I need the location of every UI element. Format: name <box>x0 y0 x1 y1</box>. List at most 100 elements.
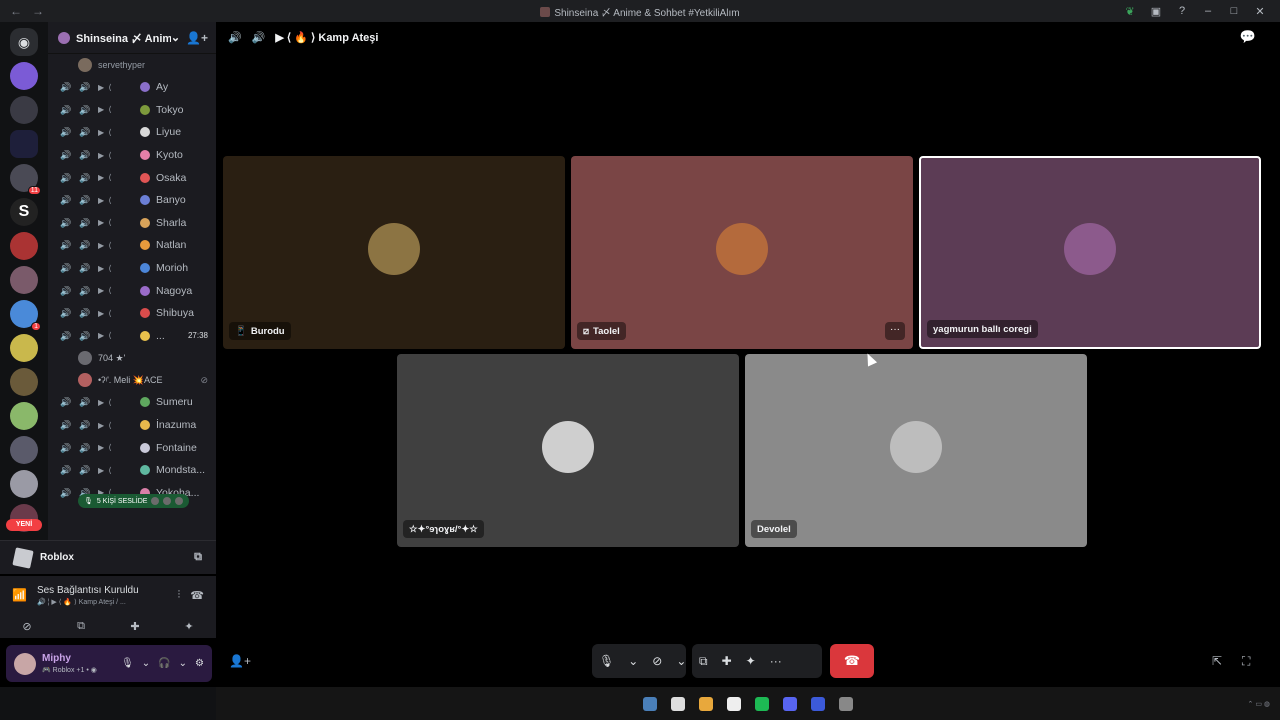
server-icon[interactable] <box>10 266 38 294</box>
server-icon[interactable]: S <box>10 198 38 226</box>
more-options-button[interactable]: ··· <box>885 322 905 340</box>
server-icon[interactable]: 1 <box>10 300 41 331</box>
new-badge[interactable]: YENİ <box>6 519 42 531</box>
app-icon[interactable] <box>811 696 825 711</box>
voice-channel[interactable]: 🔊 🔊 ▶ ⟨ Mondsta... <box>48 459 216 482</box>
inbox-icon[interactable]: ▣ <box>1150 5 1162 18</box>
avatar[interactable] <box>14 652 36 675</box>
server-icon[interactable] <box>10 334 38 362</box>
app-icon[interactable] <box>671 696 685 711</box>
chevron-down-icon[interactable]: ⌄ <box>669 654 693 668</box>
server-icon[interactable] <box>10 62 38 90</box>
guild-name: Shinseina 〆 Anim... <box>76 32 171 45</box>
user-info[interactable]: Miphy 🎮 Roblox +1 • ◉ <box>42 653 113 674</box>
voice-channel[interactable]: 🔊 🔊 ▶ ⟨ Morioh <box>48 257 216 280</box>
app-icon[interactable] <box>755 696 769 711</box>
voice-channel[interactable]: 🔊 🔊 ▶ ⟨ Osaka <box>48 166 216 189</box>
headphones-icon[interactable]: 🎧 <box>158 658 170 669</box>
voice-channel[interactable]: 🔊 🔊 ▶ ⟨ İnazuma <box>48 414 216 437</box>
voice-channel[interactable]: 🔊 🔊 ▶ ⟨ Sumeru <box>48 391 216 414</box>
chevron-down-icon[interactable]: ⌄ <box>179 658 187 669</box>
maximize-button[interactable]: □ <box>1228 5 1240 17</box>
voice-channel[interactable]: 🔊 🔊 ▶ ⟨ Fontaine <box>48 436 216 459</box>
chevron-down-icon[interactable]: ⌄ <box>142 658 150 669</box>
server-folder[interactable] <box>10 96 38 124</box>
fullscreen-icon[interactable]: ⛶ <box>1242 654 1250 669</box>
server-icon[interactable] <box>10 470 38 498</box>
discord-icon[interactable] <box>783 696 797 711</box>
channel-decoration: ▶ ⟨ <box>98 397 113 407</box>
nitro-icon[interactable]: ❦ <box>1124 5 1136 18</box>
camera-off-icon[interactable]: ⊘ <box>7 620 47 633</box>
mic-icon[interactable]: 🎙 <box>121 658 134 669</box>
app-icon[interactable] <box>727 696 741 711</box>
channel-emoji <box>140 442 150 453</box>
app-icon[interactable] <box>839 696 853 711</box>
disconnect-icon[interactable]: ☎ <box>190 589 204 602</box>
system-tray[interactable]: ⌃ ▭ ◍ <box>1248 700 1270 708</box>
video-tile[interactable]: Devolel <box>745 354 1087 547</box>
chevron-down-icon[interactable]: ⌄ <box>621 654 645 668</box>
chat-icon[interactable]: 💬 <box>1240 29 1256 45</box>
video-tile[interactable]: 📱 Burodu <box>223 156 565 349</box>
invite-icon[interactable]: 👤+ <box>186 31 208 45</box>
mic-icon[interactable]: 🎙 <box>592 654 621 668</box>
server-icon[interactable] <box>10 368 38 396</box>
voice-channel[interactable]: 🔊 🔊 ▶ ⟨ Tokyo <box>48 99 216 122</box>
back-button[interactable]: ← <box>10 4 22 18</box>
voice-member[interactable]: servethyper <box>48 54 216 76</box>
disconnect-button[interactable]: ☎ <box>830 644 874 678</box>
more-icon[interactable]: ··· <box>763 654 789 668</box>
camera-off-icon[interactable]: ⊘ <box>645 654 669 668</box>
server-icon[interactable] <box>10 436 38 464</box>
help-icon[interactable]: ? <box>1176 5 1188 17</box>
popout-icon[interactable]: ⇱ <box>1212 654 1222 668</box>
voice-channel[interactable]: 🔊 🔊 ▶ ⟨ Kyoto <box>48 144 216 167</box>
video-tile[interactable]: ☆✦°ɘɿoɣʁ/°✦☆ <box>397 354 739 547</box>
voice-member[interactable]: 704 ★' <box>48 347 216 369</box>
voice-activity-pill[interactable]: 🎙 5 KİŞİ SESLİDE <box>78 494 190 508</box>
window-title: Shinseina 〆 Anime & Sohbet #YetkiliAlım <box>0 4 1280 19</box>
forward-button[interactable]: → <box>32 4 44 18</box>
minimize-button[interactable]: – <box>1202 5 1214 17</box>
speaker-icon: 🔊 <box>60 150 72 161</box>
noise-suppression-icon[interactable]: ⫶ <box>178 589 181 602</box>
soundboard-icon[interactable]: ✦ <box>169 620 209 633</box>
video-tile[interactable]: yagmurun ballı coregi <box>919 156 1261 349</box>
share-screen-icon[interactable]: ⧉ <box>692 654 715 669</box>
avatar <box>78 373 92 388</box>
voice-member[interactable]: •ʔᵎ'. Meli 💥ACE ⊘ <box>48 369 216 391</box>
voice-channel[interactable]: 🔊 🔊 ▶ ⟨ Shibuya <box>48 302 216 325</box>
close-button[interactable]: ✕ <box>1254 5 1266 18</box>
channel-decoration: ▶ ⟨ <box>98 150 113 160</box>
folder-icon[interactable] <box>10 130 38 158</box>
gear-icon[interactable]: ⚙ <box>195 658 204 669</box>
server-icon[interactable]: 11 <box>10 164 41 195</box>
channel-name: Nagoya <box>156 284 193 297</box>
invite-icon[interactable]: 👤+ <box>229 654 251 668</box>
app-icon[interactable] <box>643 696 657 711</box>
video-tile[interactable]: ⧄ Taolel ··· <box>571 156 913 349</box>
voice-channel[interactable]: 🔊 🔊 ▶ ⟨ Ay <box>48 76 216 99</box>
activities-icon[interactable]: ✚ <box>715 654 739 668</box>
screen-share-icon[interactable]: ⧉ <box>194 551 202 564</box>
activity-panel[interactable]: Roblox ⧉ <box>0 540 216 574</box>
voice-channel[interactable]: 🔊 🔊 ▶ ⟨ Liyue <box>48 121 216 144</box>
discord-home-button[interactable]: ◉ <box>10 28 38 56</box>
share-screen-icon[interactable]: ⧉ <box>61 620 101 633</box>
soundboard-icon[interactable]: ✦ <box>739 654 763 668</box>
connection-status[interactable]: Ses Bağlantısı Kuruldu <box>37 585 168 596</box>
app-icon[interactable] <box>699 696 713 711</box>
guild-header[interactable]: Shinseina 〆 Anim... ⌄ 👤+ <box>48 22 216 54</box>
channel-name: Sumeru <box>156 396 193 409</box>
activities-icon[interactable]: ✚ <box>115 620 155 633</box>
channel-emoji <box>140 465 150 476</box>
server-icon[interactable] <box>10 402 38 430</box>
voice-channel[interactable]: 🔊 🔊 ▶ ⟨ Nagoya <box>48 279 216 302</box>
voice-channel[interactable]: 🔊 🔊 ▶ ⟨ Natlan <box>48 234 216 257</box>
connection-channel[interactable]: 🔊 ¦ ▶ ⟨ 🔥 ⟩ Kamp Ateşi / ... <box>37 598 168 606</box>
voice-channel[interactable]: 🔊 🔊 ▶ ⟨ Sharla <box>48 212 216 235</box>
voice-channel[interactable]: 🔊 🔊 ▶ ⟨... 27:38 <box>48 325 216 348</box>
voice-channel[interactable]: 🔊 🔊 ▶ ⟨ Banyo <box>48 189 216 212</box>
server-icon[interactable] <box>10 232 38 260</box>
